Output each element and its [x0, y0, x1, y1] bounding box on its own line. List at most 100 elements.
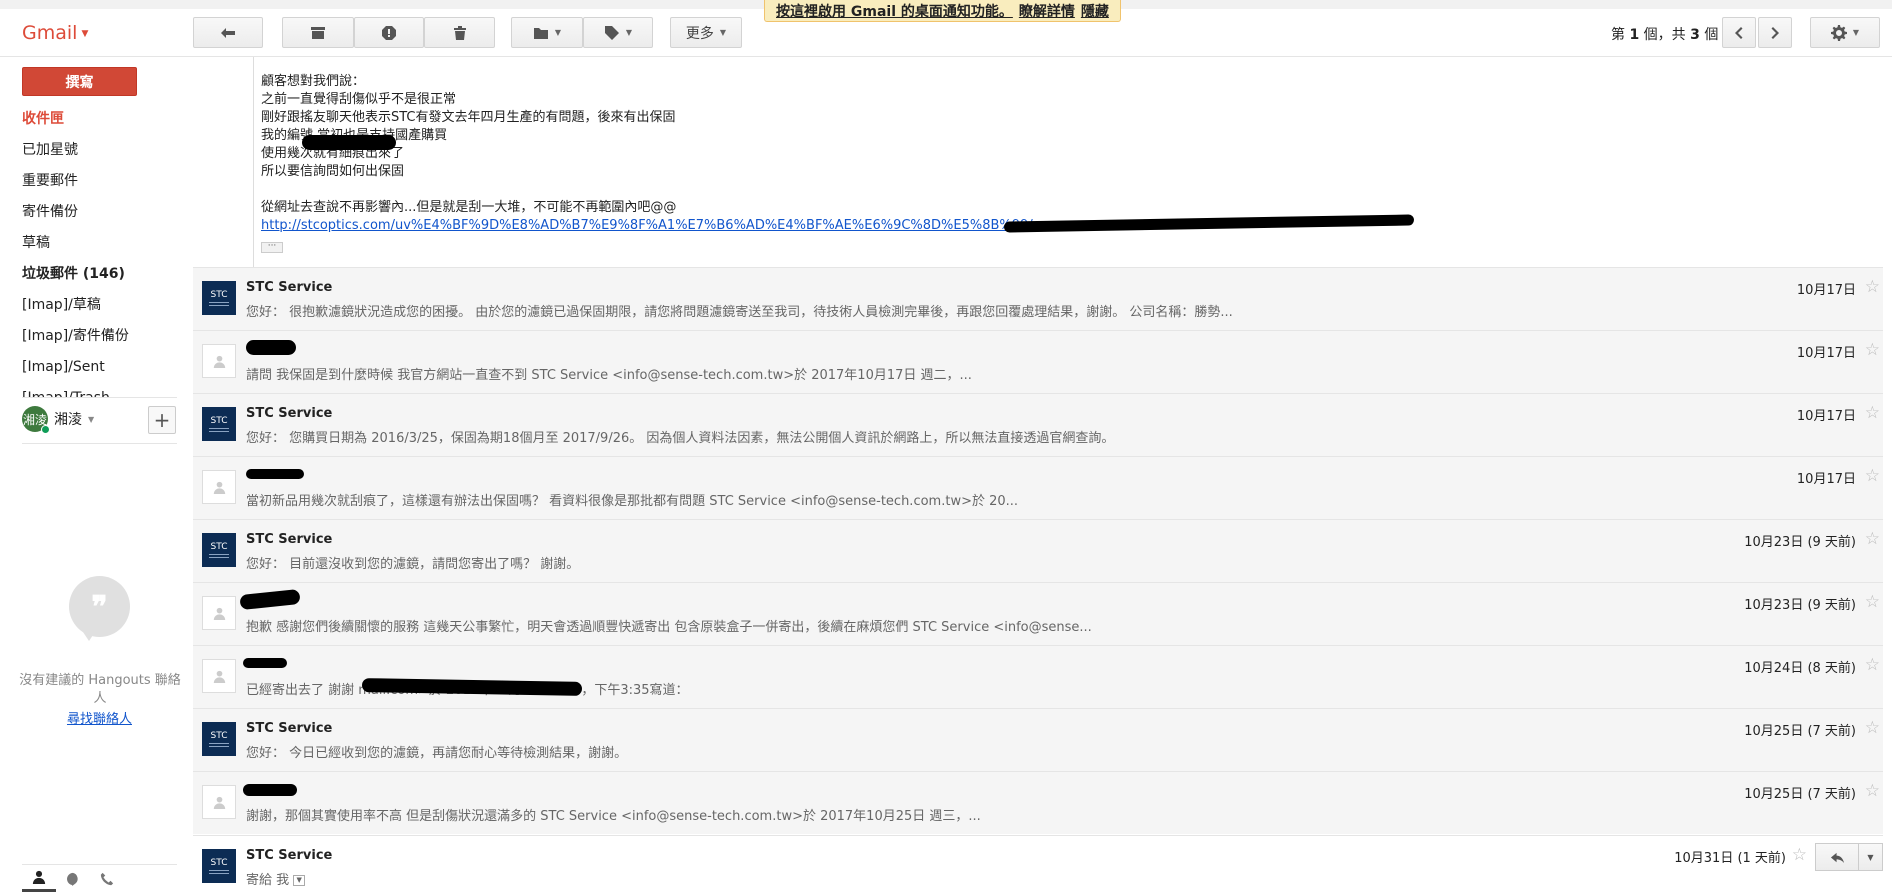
star-icon[interactable]: ☆ [1865, 718, 1880, 738]
hangouts-empty-text: 沒有建議的 Hangouts 聯絡人 [19, 673, 181, 706]
recipients-line: 寄給 我 ▼ [246, 869, 306, 888]
more-actions-button[interactable]: ▼ [1859, 843, 1883, 871]
nav-item-inbox[interactable]: 收件匣 [22, 108, 182, 139]
avatar [202, 470, 236, 504]
star-icon[interactable]: ☆ [1865, 277, 1880, 297]
hangouts-user[interactable]: 湘淩 湘淩 ▼ [22, 406, 94, 434]
star-icon[interactable]: ☆ [1792, 845, 1807, 865]
folder-icon [533, 27, 548, 39]
nav-item-drafts[interactable]: 草稿 [22, 232, 182, 263]
message-snippet: 您好： 很抱歉濾鏡狀況造成您的困擾。 由於您的濾鏡已過保固期限，請您將問題濾鏡寄… [246, 305, 1233, 320]
folder-list: 收件匣 已加星號 重要郵件 寄件備份 草稿 垃圾郵件 (146) [Imap]/… [22, 108, 182, 397]
redaction-mark [246, 469, 304, 479]
nav-item-imap-trash[interactable]: [Imap]/Trash [22, 387, 182, 397]
more-button[interactable]: 更多 ▼ [670, 17, 742, 48]
message-date: 10月25日 (7 天前) [1744, 787, 1856, 802]
newer-button[interactable] [1722, 17, 1756, 48]
message-date: 10月17日 [1796, 409, 1856, 424]
person-icon [213, 355, 225, 368]
message-row[interactable]: 抱歉 感謝您們後續關懷的服務 這幾天公事繁忙，明天會透過順豐快遞寄出 包含原裝盒… [193, 582, 1883, 645]
show-details-icon[interactable]: ▼ [293, 875, 306, 886]
nav-item-imap-sent-backup[interactable]: [Imap]/寄件備份 [22, 325, 182, 356]
person-icon [213, 481, 225, 494]
new-hangout-button[interactable]: + [148, 406, 176, 434]
back-button[interactable] [193, 17, 263, 48]
gear-icon [1830, 24, 1847, 41]
nav-item-imap-drafts[interactable]: [Imap]/草稿 [22, 294, 182, 325]
avatar [202, 785, 236, 819]
person-icon [213, 670, 225, 683]
caret-down-icon: ▼ [1852, 28, 1860, 37]
star-icon[interactable]: ☆ [1865, 466, 1880, 486]
spam-icon [382, 25, 396, 40]
hangouts-user-name: 湘淩 [54, 412, 82, 428]
expanded-message-body: 顧客想對我們說： 之前一直覺得刮傷似乎不是很正常 剛好跟搖友聊天他表示STC有發… [253, 57, 1883, 267]
sender-name: STC Service [246, 848, 333, 863]
arrow-left-icon [221, 27, 235, 38]
stcoptics-link[interactable]: http://stcoptics.com/uv%E4%BF%9D%E8%AD%B… [261, 217, 1045, 235]
redaction-mark [243, 784, 297, 796]
message-row[interactable]: 當初新品用幾次就刮痕了，這樣還有辦法出保固嗎？ 看資料很像是那批都有問題 STC… [193, 456, 1883, 519]
message-row[interactable]: STC STC Service 您好： 目前還沒收到您的濾鏡，請問您寄出了嗎？ … [193, 519, 1883, 582]
star-icon[interactable]: ☆ [1865, 655, 1880, 675]
phone-icon [100, 872, 114, 885]
delete-button[interactable] [424, 17, 495, 48]
message-row[interactable]: 請問 我保固是到什麼時候 我官方網站一直查不到 STC Service <inf… [193, 330, 1883, 393]
hangouts-tabs [22, 864, 177, 892]
hangouts-logo-icon: ❞ [69, 576, 130, 641]
sender-name: STC Service [246, 406, 333, 421]
online-status-dot [41, 425, 50, 434]
redaction-mark [239, 588, 301, 611]
older-button[interactable] [1758, 17, 1792, 48]
star-icon[interactable]: ☆ [1865, 529, 1880, 549]
nav-item-sent[interactable]: 寄件備份 [22, 201, 182, 232]
learn-more-link[interactable]: 瞭解詳情 [1019, 1, 1075, 21]
star-icon[interactable]: ☆ [1865, 781, 1880, 801]
more-label: 更多 [685, 25, 714, 42]
calls-tab[interactable] [90, 865, 124, 892]
message-snippet: 您好： 您購買日期為 2016/3/25，保固為期18個月至 2017/9/26… [246, 431, 1115, 446]
message-snippet: 您好： 今日已經收到您的濾鏡，再請您耐心等待檢測結果，謝謝。 [246, 746, 628, 761]
person-icon [213, 607, 225, 620]
archive-button[interactable] [282, 17, 354, 48]
nav-item-starred[interactable]: 已加星號 [22, 139, 182, 170]
redaction-mark [243, 658, 287, 668]
sender-name: STC Service [246, 280, 333, 295]
message-date: 10月25日 (7 天前) [1744, 724, 1856, 739]
star-icon[interactable]: ☆ [1865, 403, 1880, 423]
avatar [202, 596, 236, 630]
contacts-tab[interactable] [22, 865, 56, 892]
message-row[interactable]: STC STC Service 您好： 您購買日期為 2016/3/25，保固為… [193, 393, 1883, 456]
reply-button[interactable] [1815, 843, 1859, 871]
compose-button[interactable]: 撰寫 [22, 67, 137, 96]
message-snippet: 請問 我保固是到什麼時候 我官方網站一直查不到 STC Service <inf… [246, 368, 972, 383]
stc-logo: STC [202, 407, 236, 441]
nav-item-important[interactable]: 重要郵件 [22, 170, 182, 201]
message-row[interactable]: STC STC Service 您好： 很抱歉濾鏡狀況造成您的困擾。 由於您的濾… [193, 267, 1883, 330]
chevron-left-icon [1735, 26, 1743, 39]
settings-button[interactable]: ▼ [1810, 17, 1880, 48]
top-toolbar: Gmail ▼ ▼ ▼ 更多 ▼ 按這裡啟用 Gmail 的桌面通知功能。 瞭解詳情… [0, 0, 1892, 57]
hide-link[interactable]: 隱藏 [1081, 1, 1109, 21]
caret-down-icon: ▼ [625, 28, 633, 37]
move-to-button[interactable]: ▼ [511, 17, 583, 48]
redaction-mark [246, 340, 296, 355]
gmail-menu[interactable]: Gmail ▼ [22, 22, 88, 44]
nav-item-spam[interactable]: 垃圾郵件 (146) [22, 263, 182, 294]
nav-item-imap-sent[interactable]: [Imap]/Sent [22, 356, 182, 387]
report-spam-button[interactable] [354, 17, 424, 48]
find-contacts-link[interactable]: 尋找聯絡人 [22, 708, 177, 727]
enable-notifications-link[interactable]: 按這裡啟用 Gmail 的桌面通知功能。 [776, 1, 1013, 21]
stc-logo: STC [202, 281, 236, 315]
conversations-tab[interactable] [56, 865, 90, 892]
show-trimmed-content-button[interactable]: ··· [261, 242, 283, 253]
labels-button[interactable]: ▼ [583, 17, 653, 48]
star-icon[interactable]: ☆ [1865, 592, 1880, 612]
message-row[interactable]: STC STC Service 您好： 今日已經收到您的濾鏡，再請您耐心等待檢測… [193, 708, 1883, 771]
pagination-text: 第 1 個，共 3 個 [1611, 27, 1719, 43]
star-icon[interactable]: ☆ [1865, 340, 1880, 360]
message-row[interactable]: 謝謝，那個其實使用率不高 但是刮傷狀況還滿多的 STC Service <inf… [193, 771, 1883, 834]
sender-name: STC Service [246, 532, 333, 547]
message-row[interactable]: 已經寄出去了 謝謝 mail.com>於 2017年10月23日 週一，下午3:… [193, 645, 1883, 708]
label-tag-icon [604, 25, 619, 40]
